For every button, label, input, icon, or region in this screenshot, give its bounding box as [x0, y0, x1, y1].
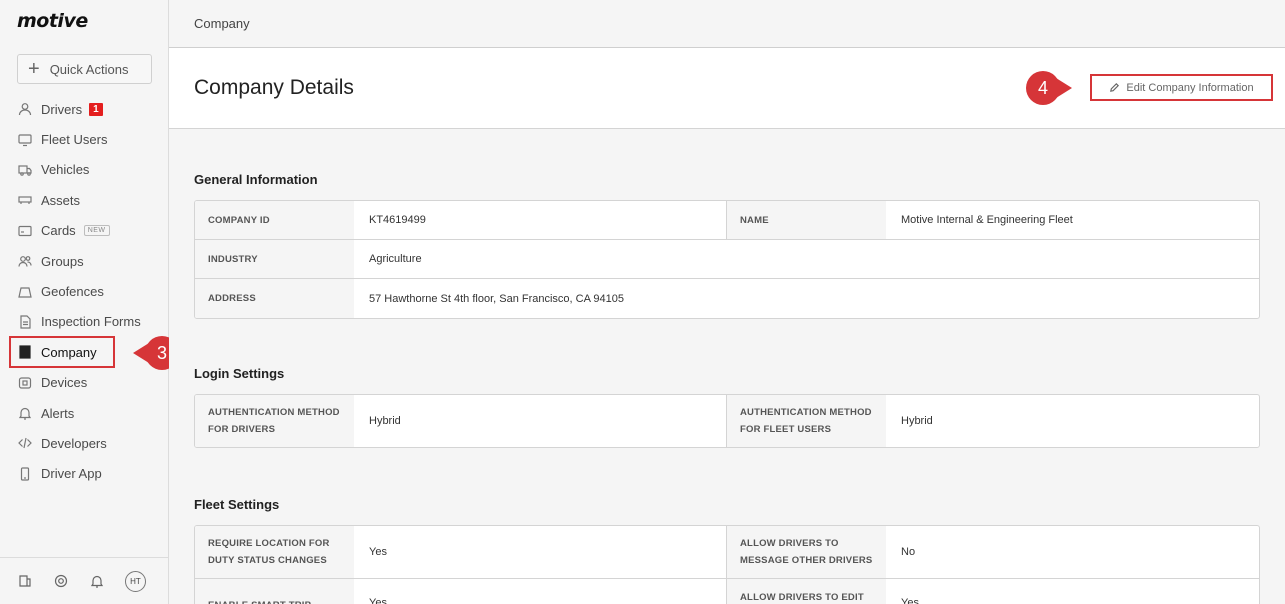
sidebar: motive + Quick Actions Drivers 1 Fleet U…: [0, 0, 169, 604]
new-badge: NEW: [83, 225, 110, 237]
quick-actions-button[interactable]: + Quick Actions: [17, 54, 152, 84]
table-row: ADDRESS 57 Hawthorne St 4th floor, San F…: [195, 279, 1259, 318]
fleet-settings-title: Fleet Settings: [194, 497, 280, 512]
sidebar-item-label: Driver App: [41, 466, 102, 482]
sidebar-item-devices[interactable]: Devices: [9, 368, 161, 398]
industry-label: INDUSTRY: [195, 240, 354, 278]
sidebar-item-label: Assets: [41, 192, 81, 208]
pencil-icon: [1110, 82, 1120, 92]
step-4-callout: 4: [1026, 71, 1074, 105]
main-content: General Information COMPANY ID KT4619499…: [169, 129, 1285, 604]
bell-icon: [18, 406, 32, 420]
device-icon: [18, 376, 32, 390]
motive-logo[interactable]: motive: [17, 10, 88, 32]
document-icon: [18, 315, 32, 329]
general-information-title: General Information: [194, 172, 318, 187]
phone-icon: [18, 467, 32, 481]
address-value: 57 Hawthorne St 4th floor, San Francisco…: [369, 292, 624, 305]
sidebar-item-label: Developers: [41, 435, 107, 451]
sidebar-item-groups[interactable]: Groups: [9, 246, 161, 276]
sidebar-item-cards[interactable]: Cards NEW: [9, 216, 161, 246]
sidebar-item-label: Inspection Forms: [41, 314, 141, 330]
login-settings-title: Login Settings: [194, 366, 285, 381]
table-row: REQUIRE LOCATION FOR DUTY STATUS CHANGES …: [195, 526, 1259, 579]
quick-actions-label: Quick Actions: [49, 61, 129, 77]
sidebar-item-label: Alerts: [41, 405, 75, 421]
breadcrumb-company[interactable]: Company: [194, 16, 250, 31]
edit-company-information-button[interactable]: Edit Company Information: [1090, 74, 1273, 101]
user-avatar[interactable]: HT: [125, 570, 146, 592]
sidebar-item-developers[interactable]: Developers: [9, 428, 161, 458]
auth-drivers-value: Hybrid: [354, 395, 727, 447]
table-row: ENABLE SMART TRIP MATCH Yes ALLOW DRIVER…: [195, 579, 1259, 604]
auth-fleet-value: Hybrid: [901, 415, 933, 427]
smart-trip-value: Yes: [354, 579, 727, 604]
sidebar-item-label: Drivers: [41, 101, 83, 117]
guide-icon[interactable]: [17, 573, 33, 589]
page-title: Company Details: [194, 76, 354, 99]
sidebar-item-drivers[interactable]: Drivers 1: [9, 94, 161, 124]
company-highlight-box: [9, 336, 115, 368]
name-value: Motive Internal & Engineering Fleet: [901, 214, 1073, 226]
sidebar-item-label: Fleet Users: [41, 132, 108, 148]
allow-edit-label: ALLOW DRIVERS TO EDIT: [727, 579, 886, 604]
edit-button-label: Edit Company Information: [1126, 81, 1254, 94]
trailer-icon: [18, 193, 32, 207]
page-header: Company Details Edit Company Information: [169, 48, 1285, 129]
truck-icon: [18, 163, 32, 177]
sidebar-item-inspection-forms[interactable]: Inspection Forms: [9, 307, 161, 337]
sidebar-item-label: Vehicles: [41, 162, 90, 178]
sidebar-item-assets[interactable]: Assets: [9, 185, 161, 215]
notification-bell-icon[interactable]: [89, 573, 105, 589]
industry-value: Agriculture: [369, 253, 422, 265]
require-location-label: REQUIRE LOCATION FOR DUTY STATUS CHANGES: [195, 526, 354, 578]
fleet-settings-table: REQUIRE LOCATION FOR DUTY STATUS CHANGES …: [194, 525, 1260, 604]
callout-pointer: [1056, 78, 1072, 98]
allow-message-label: ALLOW DRIVERS TO MESSAGE OTHER DRIVERS: [727, 526, 886, 578]
auth-drivers-label: AUTHENTICATION METHOD FOR DRIVERS: [195, 395, 354, 447]
auth-fleet-label: AUTHENTICATION METHOD FOR FLEET USERS: [727, 395, 886, 447]
sidebar-item-fleet-users[interactable]: Fleet Users: [9, 124, 161, 154]
company-id-value: KT4619499: [354, 201, 727, 239]
code-icon: [18, 436, 32, 450]
person-icon: [18, 102, 32, 116]
allow-edit-value: Yes: [901, 597, 919, 604]
name-label: NAME: [727, 201, 886, 239]
monitor-icon: [18, 133, 32, 147]
sidebar-item-driver-app[interactable]: Driver App: [9, 459, 161, 489]
login-settings-table: AUTHENTICATION METHOD FOR DRIVERS Hybrid …: [194, 394, 1260, 448]
general-information-table: COMPANY ID KT4619499 NAME Motive Interna…: [194, 200, 1260, 319]
table-row: INDUSTRY Agriculture: [195, 240, 1259, 279]
sidebar-item-label: Geofences: [41, 284, 104, 300]
sidebar-item-vehicles[interactable]: Vehicles: [9, 155, 161, 185]
allow-message-value: No: [901, 546, 916, 558]
breadcrumb: Company: [169, 0, 1285, 48]
group-icon: [18, 254, 32, 268]
smart-trip-label: ENABLE SMART TRIP MATCH: [195, 579, 354, 604]
support-icon[interactable]: [53, 573, 69, 589]
sidebar-item-label: Groups: [41, 253, 84, 269]
address-label: ADDRESS: [195, 279, 354, 318]
sidebar-item-label: Cards: [41, 223, 76, 239]
drivers-count-badge: 1: [89, 102, 103, 116]
step-4-number: 4: [1026, 71, 1060, 105]
company-id-label: COMPANY ID: [195, 201, 354, 239]
geofence-icon: [18, 285, 32, 299]
sidebar-item-label: Devices: [41, 375, 88, 391]
plus-icon: +: [28, 58, 40, 80]
sidebar-footer: HT: [0, 557, 169, 604]
sidebar-nav: Drivers 1 Fleet Users Vehicles Assets Ca…: [9, 94, 161, 489]
require-location-value: Yes: [354, 526, 727, 578]
sidebar-item-geofences[interactable]: Geofences: [9, 276, 161, 306]
sidebar-item-alerts[interactable]: Alerts: [9, 398, 161, 428]
table-row: COMPANY ID KT4619499 NAME Motive Interna…: [195, 201, 1259, 240]
table-row: AUTHENTICATION METHOD FOR DRIVERS Hybrid …: [195, 395, 1259, 447]
card-icon: [18, 224, 32, 238]
